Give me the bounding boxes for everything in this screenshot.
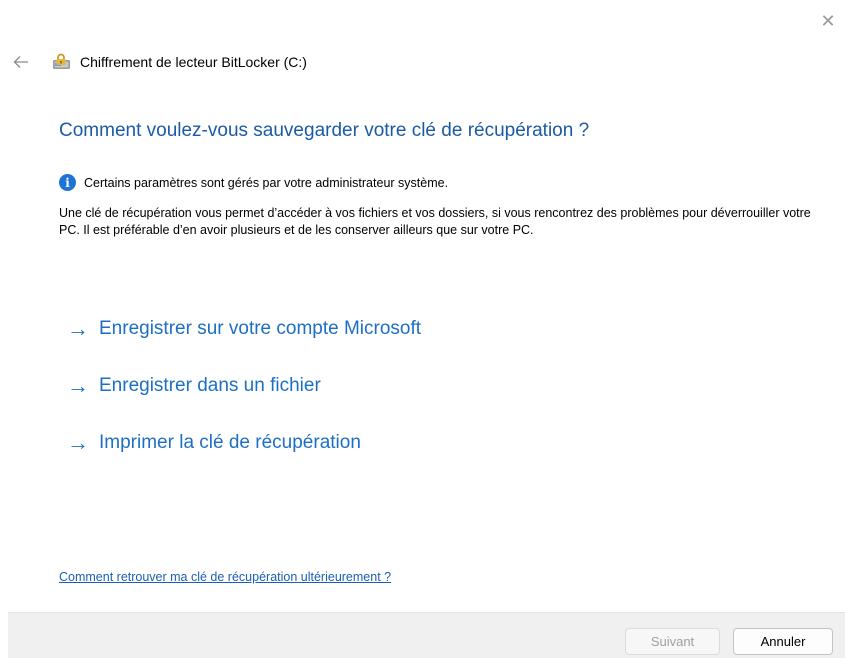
page-title: Comment voulez-vous sauvegarder votre cl… bbox=[59, 120, 590, 141]
save-to-microsoft-account-option[interactable]: → Enregistrer sur votre compte Microsoft bbox=[67, 318, 421, 340]
cancel-button[interactable]: Annuler bbox=[733, 628, 833, 655]
arrow-right-icon: → bbox=[67, 373, 89, 398]
description-text: Une clé de récupération vous permet d’ac… bbox=[59, 206, 811, 237]
info-icon: i bbox=[59, 174, 76, 191]
dialog-footer: Suivant Annuler bbox=[8, 612, 845, 658]
back-button[interactable] bbox=[10, 52, 32, 72]
print-recovery-key-option[interactable]: → Imprimer la clé de récupération bbox=[67, 432, 361, 454]
option-label: Enregistrer dans un fichier bbox=[99, 375, 321, 396]
option-label: Enregistrer sur votre compte Microsoft bbox=[99, 318, 422, 339]
bitlocker-drive-icon bbox=[53, 53, 70, 69]
find-recovery-key-help-link[interactable]: Comment retrouver ma clé de récupération… bbox=[59, 570, 391, 584]
arrow-right-icon: → bbox=[67, 430, 89, 455]
admin-info-text: Certains paramètres sont gérés par votre… bbox=[84, 175, 449, 190]
admin-info-notice: i Certains paramètres sont gérés par vot… bbox=[59, 174, 448, 191]
next-button[interactable]: Suivant bbox=[625, 628, 720, 655]
window-title: Chiffrement de lecteur BitLocker (C:) bbox=[80, 54, 307, 70]
option-label: Imprimer la clé de récupération bbox=[99, 432, 361, 453]
back-arrow-icon bbox=[13, 56, 28, 68]
window-title-bar: Chiffrement de lecteur BitLocker (C:) bbox=[52, 53, 307, 71]
close-icon: ✕ bbox=[820, 10, 836, 31]
arrow-right-icon: → bbox=[67, 316, 89, 341]
close-button[interactable]: ✕ bbox=[811, 8, 845, 34]
save-to-file-option[interactable]: → Enregistrer dans un fichier bbox=[67, 375, 321, 397]
